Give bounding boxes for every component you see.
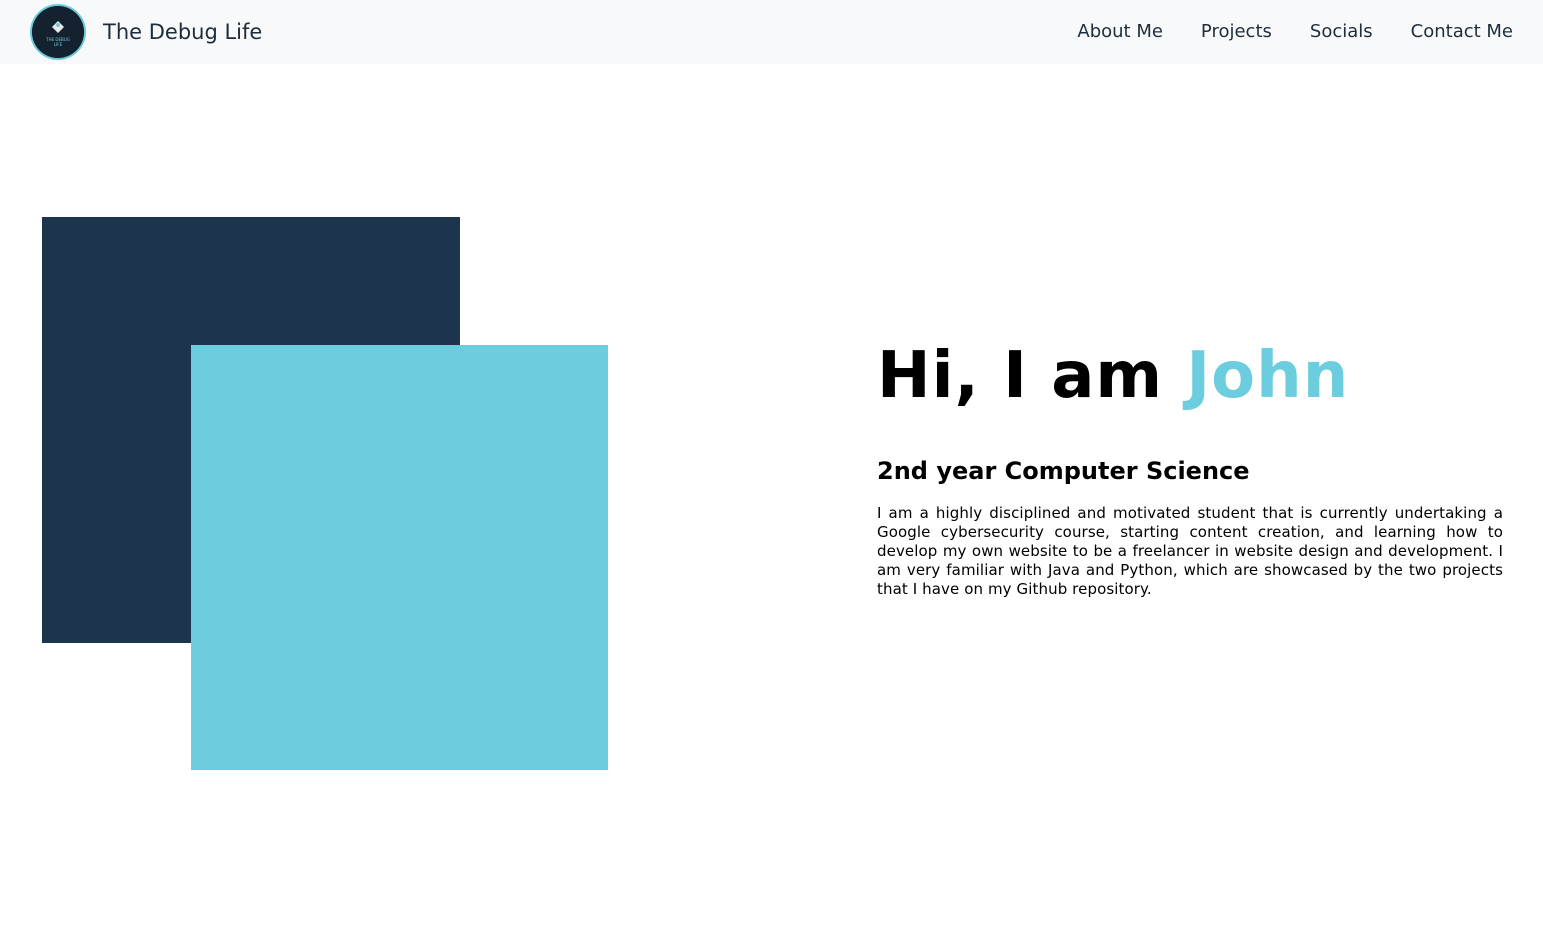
nav-socials[interactable]: Socials (1310, 20, 1373, 44)
logo-icon: THE DEBUG LIFE (32, 6, 84, 58)
hero-subtitle: 2nd year Computer Science (877, 457, 1250, 485)
brand-name[interactable]: The Debug Life (103, 18, 262, 46)
hero-bio: I am a highly disciplined and motivated … (877, 504, 1503, 598)
brand-logo[interactable]: THE DEBUG LIFE (32, 6, 84, 58)
nav-contact-me[interactable]: Contact Me (1411, 20, 1513, 44)
decorative-light-square (191, 345, 608, 770)
logo-text-line2: LIFE (54, 42, 63, 47)
nav-about-me[interactable]: About Me (1077, 20, 1163, 44)
navbar: THE DEBUG LIFE The Debug Life About Me P… (0, 0, 1543, 64)
nav-links: About Me Projects Socials Contact Me (1077, 20, 1513, 44)
nav-projects[interactable]: Projects (1201, 20, 1272, 44)
hero-title: Hi, I am John (877, 336, 1349, 416)
hero-name: John (1186, 339, 1350, 413)
hero-greeting: Hi, I am (877, 339, 1187, 413)
